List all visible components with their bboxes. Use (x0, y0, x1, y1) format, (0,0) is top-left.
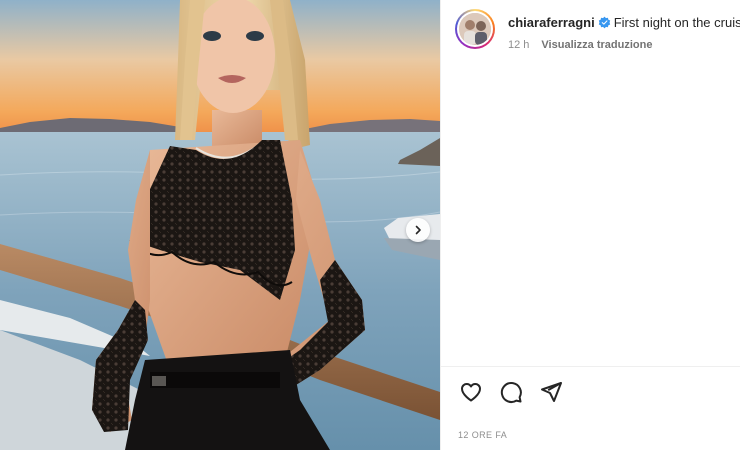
caption-row: chiaraferragni First night on the cruise… (455, 9, 740, 53)
post-photo (0, 0, 440, 450)
heart-icon (461, 383, 481, 402)
avatar[interactable] (455, 9, 495, 49)
post-date[interactable]: 12 ORE FA (458, 430, 507, 440)
actions-divider (441, 366, 740, 367)
share-icon (541, 382, 562, 402)
post-side-panel: chiaraferragni First night on the cruise… (441, 0, 740, 450)
like-button[interactable] (457, 378, 485, 406)
avatar-image (459, 13, 491, 45)
username-link[interactable]: chiaraferragni (508, 15, 595, 30)
verified-badge-icon (598, 16, 610, 29)
post-media[interactable] (0, 0, 440, 450)
comment-button[interactable] (497, 378, 525, 406)
caption-meta: 12 h Visualizza traduzione (508, 38, 652, 52)
next-media-button[interactable] (406, 218, 430, 242)
caption-timestamp[interactable]: 12 h (508, 39, 529, 51)
see-translation-link[interactable]: Visualizza traduzione (541, 39, 652, 51)
caption: chiaraferragni First night on the cruise (508, 15, 740, 31)
share-button[interactable] (537, 378, 565, 406)
comment-icon (500, 382, 522, 403)
caption-text: First night on the cruise (613, 15, 740, 30)
chevron-right-icon (415, 225, 421, 235)
